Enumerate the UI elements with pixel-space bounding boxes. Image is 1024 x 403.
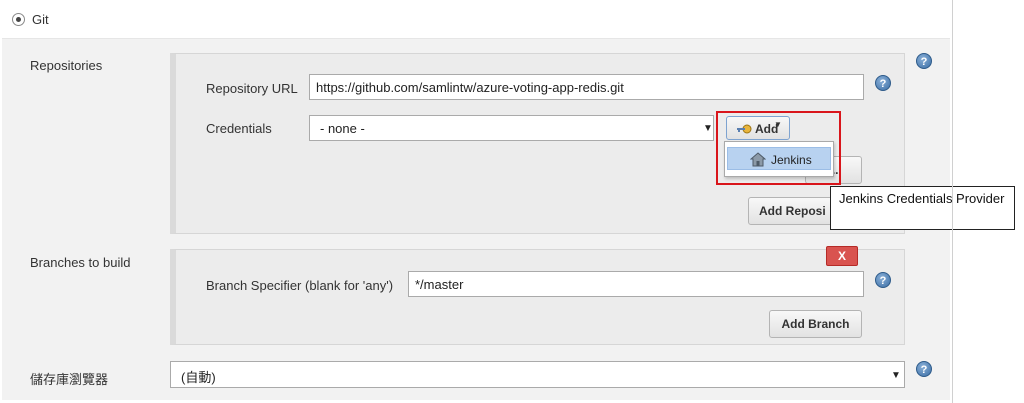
credentials-provider-tooltip: Jenkins Credentials Provider (830, 186, 1015, 230)
delete-branch-button[interactable]: X (826, 246, 858, 266)
page-divider (952, 0, 953, 403)
credentials-label: Credentials (206, 121, 272, 136)
branches-to-build-label: Branches to build (30, 255, 131, 270)
repositories-help-icon[interactable]: ? (916, 53, 932, 69)
scm-panel: Git Repositories ? Repository URL https:… (0, 0, 1015, 403)
chevron-down-icon: ▼ (891, 370, 901, 381)
git-radio-button[interactable] (12, 13, 25, 26)
repository-browser-help-icon[interactable]: ? (916, 361, 932, 377)
chevron-down-icon: ▼ (703, 123, 713, 134)
page: Git Repositories ? Repository URL https:… (0, 0, 1024, 403)
repository-browser-select[interactable]: (自動) ▼ (170, 361, 905, 388)
repository-url-label: Repository URL (206, 81, 298, 96)
highlight-box (716, 111, 841, 185)
repository-browser-selected-value: (自動) (181, 370, 216, 385)
repository-url-input[interactable]: https://github.com/samlintw/azure-voting… (309, 74, 864, 100)
add-branch-button[interactable]: Add Branch (769, 310, 862, 338)
repository-url-help-icon[interactable]: ? (875, 75, 891, 91)
branch-specifier-label: Branch Specifier (blank for 'any') (206, 278, 394, 293)
branch-specifier-help-icon[interactable]: ? (875, 272, 891, 288)
git-option-label: Git (32, 12, 49, 27)
branch-specifier-input[interactable]: */master (408, 271, 864, 297)
credentials-selected-value: - none - (320, 121, 365, 136)
git-option-row: Git (0, 0, 952, 38)
repository-browser-label: 儲存庫瀏覽器 (30, 372, 109, 387)
credentials-select[interactable]: - none - ▼ (309, 115, 714, 141)
repositories-label: Repositories (30, 58, 103, 73)
